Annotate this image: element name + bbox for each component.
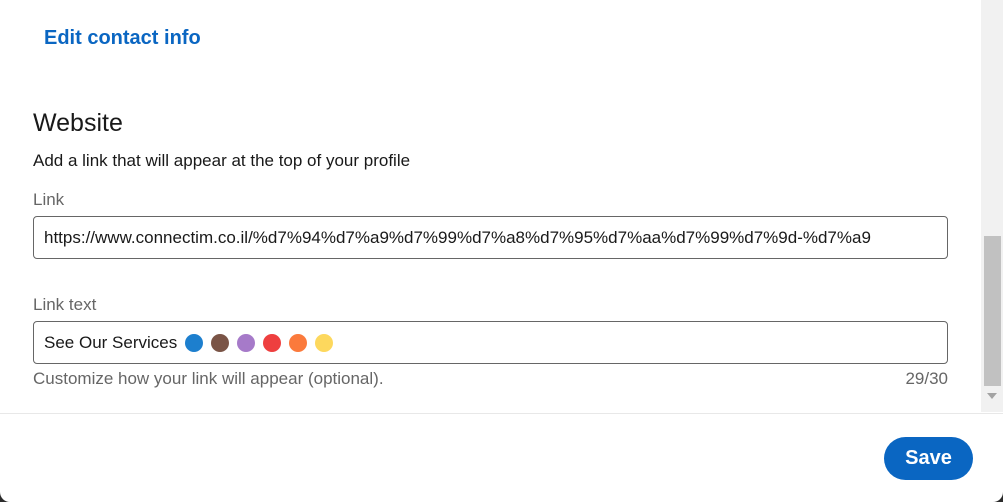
website-section-description: Add a link that will appear at the top o… (33, 151, 411, 170)
character-counter: 29/30 (905, 369, 948, 388)
save-button[interactable]: Save (884, 437, 973, 480)
footer-divider (0, 413, 1003, 414)
link-url-value: https://www.connectim.co.il/%d7%94%d7%a9… (44, 227, 871, 247)
link-url-input[interactable]: https://www.connectim.co.il/%d7%94%d7%a9… (33, 216, 948, 259)
red-circle-emoji (263, 333, 282, 352)
modal-scroll-content[interactable]: Edit contact info Website Add a link tha… (0, 0, 980, 412)
link-text-value: See Our Services (44, 332, 178, 352)
scroll-down-arrow-icon[interactable] (987, 393, 997, 399)
yellow-circle-emoji (315, 333, 334, 352)
edit-intro-modal: Edit contact info Website Add a link tha… (0, 0, 1003, 502)
link-text-helper: Customize how your link will appear (opt… (33, 369, 384, 388)
orange-circle-emoji (289, 333, 308, 352)
website-section-title: Website (33, 109, 123, 137)
purple-circle-emoji (237, 333, 256, 352)
link-text-input[interactable]: See Our Services (33, 321, 948, 364)
scrollbar-thumb[interactable] (984, 236, 1001, 386)
edit-contact-info-link[interactable]: Edit contact info (44, 27, 201, 50)
brown-circle-emoji (211, 333, 230, 352)
blue-circle-emoji (185, 333, 204, 352)
link-field-label: Link (33, 190, 65, 209)
link-text-field-label: Link text (33, 295, 97, 314)
